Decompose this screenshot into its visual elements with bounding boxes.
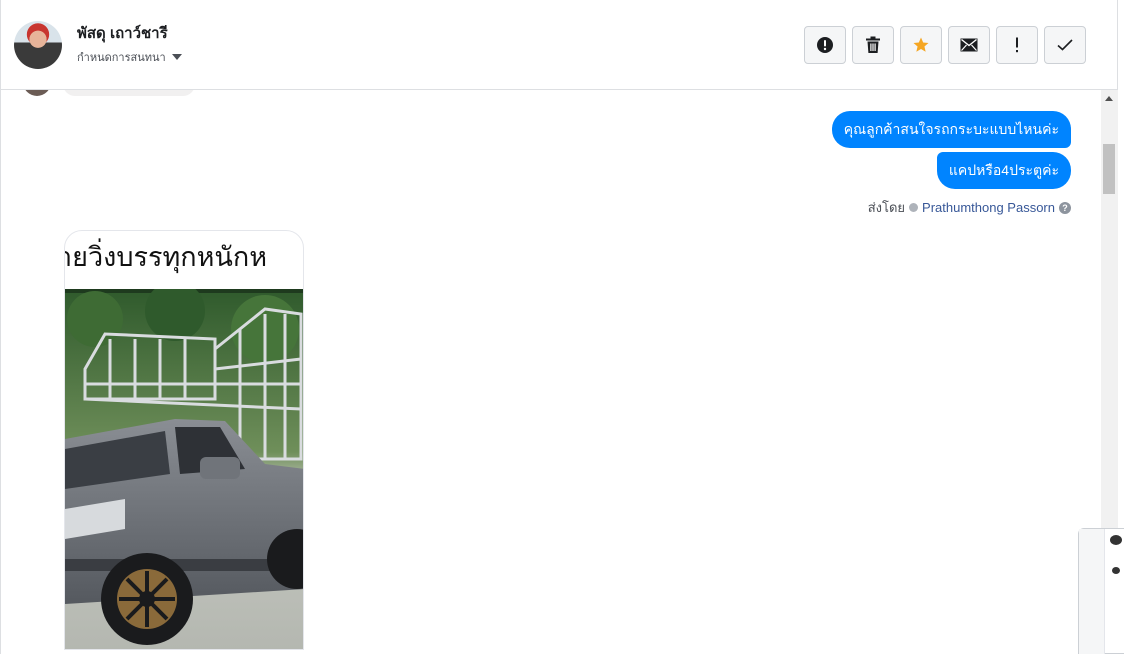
- assign-conversation-label: กำหนดการสนทนา: [77, 51, 166, 64]
- incoming-media-message[interactable]: ายวิ่งบรรทุกหนักห: [64, 230, 304, 650]
- message-thread[interactable]: คุณลูกค้าสนใจรถกระบะแบบไหนค่ะ แคปหรือ4ปร…: [0, 90, 1101, 654]
- exclamation-icon: [1016, 37, 1018, 53]
- envelope-icon: [960, 38, 978, 52]
- outgoing-message[interactable]: คุณลูกค้าสนใจรถกระบะแบบไหนค่ะ: [831, 111, 1071, 148]
- assign-conversation-dropdown[interactable]: กำหนดการสนทนา: [77, 48, 182, 66]
- trash-icon: [866, 36, 880, 53]
- previous-sender-avatar: [23, 90, 51, 96]
- question-icon[interactable]: ?: [1059, 201, 1071, 214]
- contact-name[interactable]: พัสดุ เถาว์ชารี: [77, 24, 182, 44]
- contact-thumbnail-icon[interactable]: [1112, 567, 1120, 574]
- conversation-toolbar: [804, 26, 1086, 64]
- report-spam-button[interactable]: [804, 26, 846, 64]
- star-icon: [913, 37, 929, 52]
- conversation-header: พัสดุ เถาว์ชารี กำหนดการสนทนา: [0, 0, 1118, 90]
- outgoing-message[interactable]: แคปหรือ4ประตูค่ะ: [936, 152, 1071, 189]
- side-panel-strip: [1079, 529, 1105, 654]
- sent-by-label: ส่งโดย: [867, 200, 906, 215]
- scrollbar-thumb[interactable]: [1103, 144, 1115, 194]
- side-contact-panel[interactable]: [1078, 528, 1124, 654]
- delete-button[interactable]: [852, 26, 894, 64]
- contact-thumbnail-icon[interactable]: [1110, 535, 1122, 545]
- contact-avatar[interactable]: [14, 20, 62, 69]
- verified-icon: [909, 203, 919, 212]
- sent-by-row: ส่งโดย Prathumthong Passorn ?: [868, 197, 1071, 218]
- truck-photo[interactable]: [65, 289, 304, 650]
- checkmark-icon: [1057, 39, 1073, 51]
- mark-done-button[interactable]: [1044, 26, 1086, 64]
- follow-up-button[interactable]: [996, 26, 1038, 64]
- sender-name-link[interactable]: Prathumthong Passorn: [922, 200, 1055, 215]
- scroll-up-arrow-icon[interactable]: [1105, 96, 1113, 101]
- mark-unread-button[interactable]: [948, 26, 990, 64]
- exclamation-circle-icon: [817, 37, 833, 53]
- caret-down-icon: [171, 53, 182, 60]
- media-caption-text: ายวิ่งบรรทุกหนักห: [64, 242, 268, 273]
- star-button[interactable]: [900, 26, 942, 64]
- previous-message-bubble: [63, 90, 195, 96]
- contact-info: พัสดุ เถาว์ชารี กำหนดการสนทนา: [77, 24, 182, 66]
